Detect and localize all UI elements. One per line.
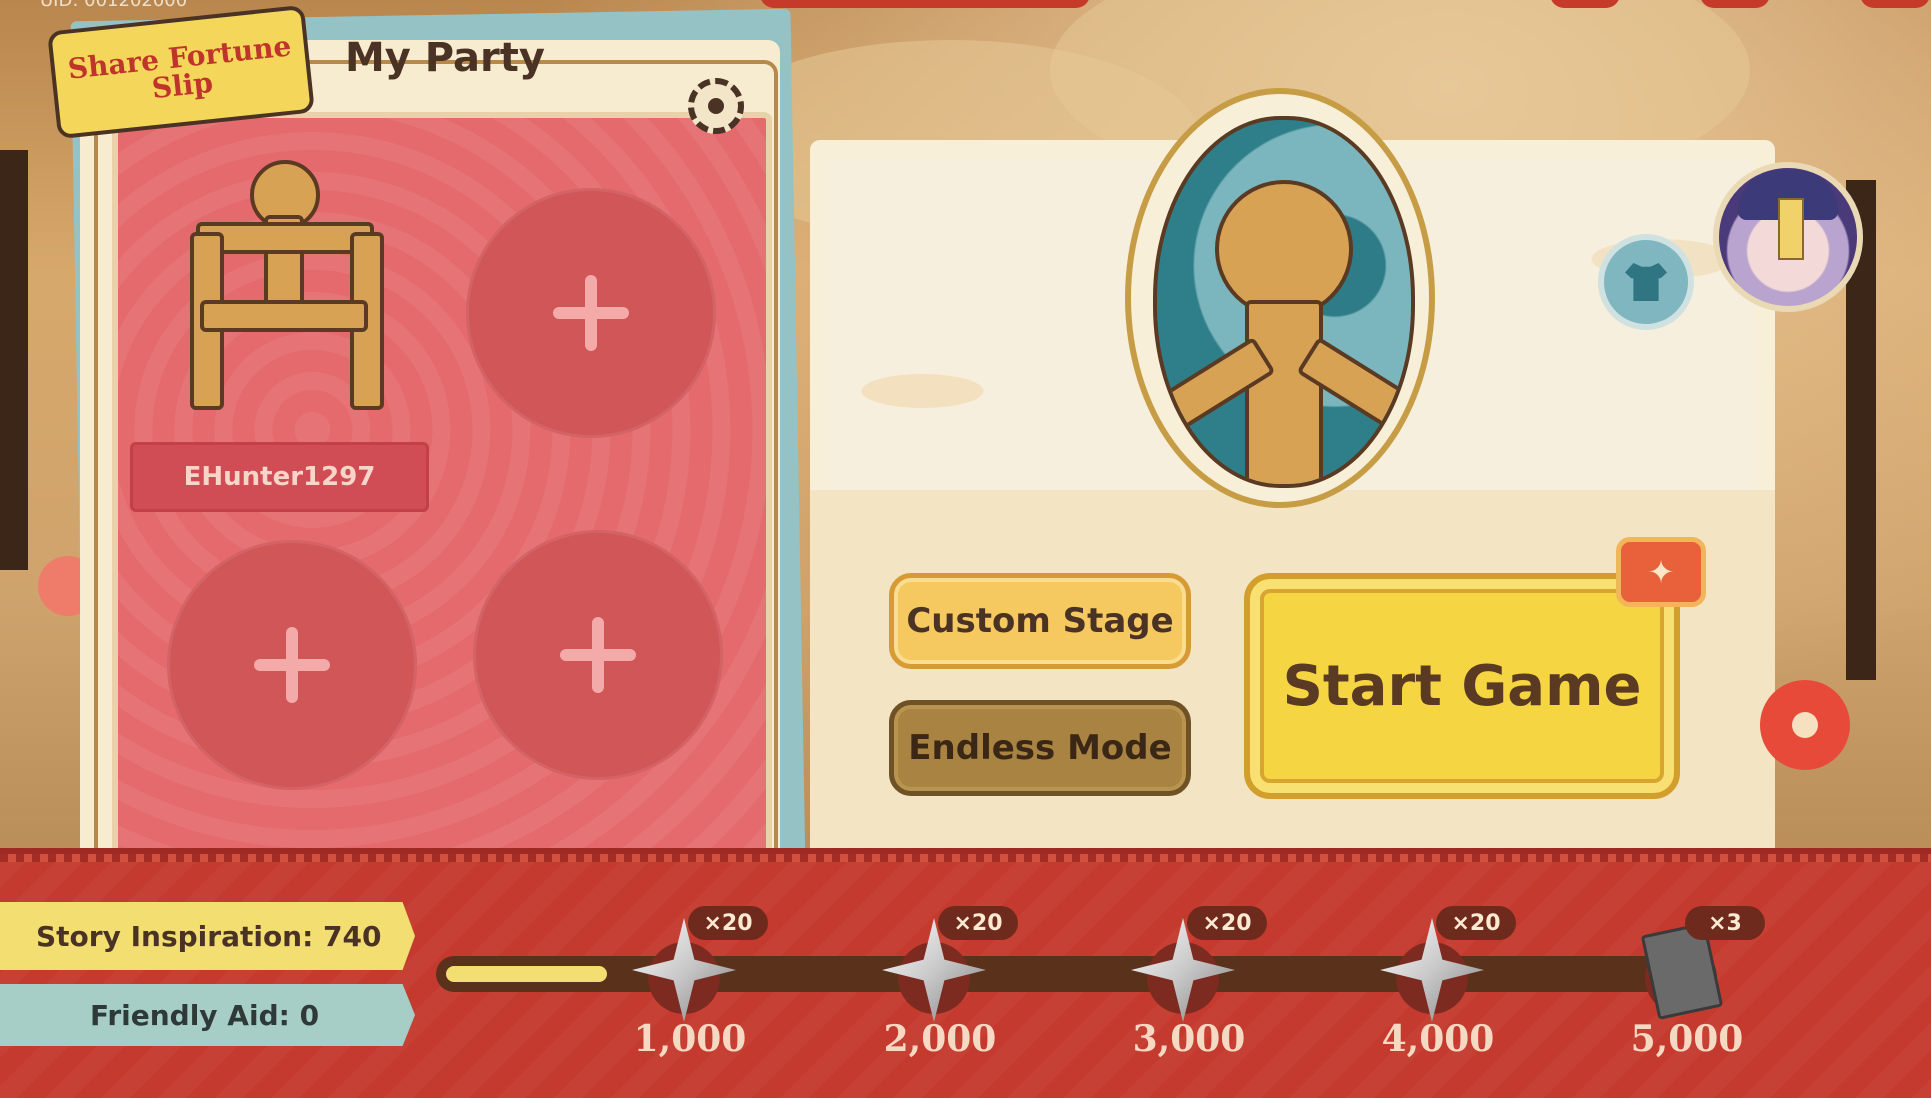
endless-mode-label: Endless Mode: [908, 728, 1172, 768]
reward-quantity: ×20: [938, 906, 1018, 940]
portrait-doll-body: [1245, 300, 1323, 484]
rope-trim: [0, 854, 1931, 862]
add-member-icon: [560, 617, 636, 693]
custom-stage-label: Custom Stage: [906, 601, 1174, 641]
top-pill: [1550, 0, 1620, 8]
share-fortune-slip-label: Share Fortune Slip: [66, 29, 293, 106]
milestone-label: 5,000: [1630, 1018, 1744, 1060]
sparkle-icon-glyph: ✦: [1647, 553, 1675, 591]
story-inspiration-text: Story Inspiration: 740: [36, 919, 382, 953]
friendly-aid-badge: Friendly Aid: 0: [0, 984, 415, 1046]
player-name: EHunter1297: [130, 442, 429, 512]
custom-stage-button[interactable]: Custom Stage: [889, 573, 1191, 669]
top-pill: [1700, 0, 1770, 8]
story-inspiration-badge: Story Inspiration: 740: [0, 902, 415, 970]
top-pill: [760, 0, 1090, 8]
milestone-reward[interactable]: ×20 3,000: [1109, 900, 1269, 1060]
empty-party-slot[interactable]: [466, 188, 716, 438]
gear-icon[interactable]: [688, 78, 744, 134]
empty-party-slot[interactable]: [473, 530, 723, 780]
character-portrait[interactable]: [1125, 88, 1435, 508]
milestone-reward[interactable]: ×3 5,000: [1607, 900, 1767, 1060]
uid-text: UID: 001202000: [40, 0, 188, 11]
reward-quantity: ×20: [688, 906, 768, 940]
flower-decoration: [1760, 680, 1850, 770]
reward-quantity: ×3: [1685, 906, 1765, 940]
add-member-icon: [553, 275, 629, 351]
party-title: My Party: [345, 35, 545, 81]
doll-legs: [200, 300, 368, 332]
reward-quantity: ×20: [1436, 906, 1516, 940]
empty-party-slot[interactable]: [167, 540, 417, 790]
milestone-label: 2,000: [883, 1018, 997, 1060]
start-game-button[interactable]: Start Game: [1244, 573, 1680, 799]
milestone-label: 3,000: [1132, 1018, 1246, 1060]
sparkle-icon: ✦: [1616, 537, 1706, 607]
avatar-talisman: [1778, 198, 1804, 260]
milestone-label: 1,000: [633, 1018, 747, 1060]
milestone-reward[interactable]: ×20 4,000: [1358, 900, 1518, 1060]
progress-fill: [446, 966, 608, 982]
endless-mode-button[interactable]: Endless Mode: [889, 700, 1191, 796]
reward-quantity: ×20: [1187, 906, 1267, 940]
top-pill: [1860, 0, 1930, 8]
milestone-reward[interactable]: ×20 1,000: [610, 900, 770, 1060]
friendly-aid-text: Friendly Aid: 0: [90, 998, 320, 1032]
milestone-reward[interactable]: ×20 2,000: [860, 900, 1020, 1060]
add-member-icon: [254, 627, 330, 703]
outfit-button[interactable]: [1598, 234, 1694, 330]
portrait-doll-head: [1215, 180, 1353, 318]
portrait-backdrop: [1153, 116, 1415, 488]
milestone-label: 4,000: [1381, 1018, 1495, 1060]
background-post: [0, 150, 28, 570]
shirt-icon: [1625, 263, 1667, 301]
start-game-label: Start Game: [1282, 653, 1642, 719]
